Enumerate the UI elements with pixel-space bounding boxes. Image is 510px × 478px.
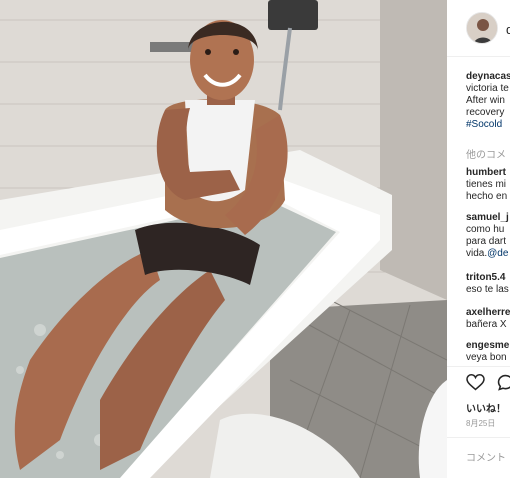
likes-count[interactable]: いいね！ [466,400,506,415]
comment-username[interactable]: triton5.4 [466,272,510,284]
comment-text: para dart [466,236,507,247]
comment-icon[interactable] [497,374,510,396]
comment-text: tienes mi [466,179,507,190]
caption-hashtag[interactable]: #Socold [466,119,510,131]
avatar[interactable] [466,12,498,44]
comment-item: axelherre bañera X [466,307,510,331]
photo-illustration [0,0,447,478]
heart-icon[interactable] [466,373,485,396]
heart-icon-shape [466,373,485,391]
comment-text: como hu [466,224,505,235]
input-divider [447,437,510,438]
post-photo[interactable] [0,0,447,478]
post-date: 8月25日 [466,419,496,428]
comment-text: hecho en [466,191,508,202]
avatar-image [467,13,497,43]
post-caption: deynacas victoria te After win recovery … [466,71,510,131]
actions-divider [447,366,510,367]
comment-text: veya bon [466,352,507,363]
caption-line: After win [466,95,505,106]
comment-input[interactable]: コメント [466,449,506,464]
caption-username[interactable]: deynacas [466,71,510,83]
comment-item: triton5.4 eso te las [466,272,510,296]
comment-text: vida. [466,248,488,259]
caption-line: victoria te [466,83,509,94]
caption-line: recovery [466,107,505,118]
comment-text-line: vida.@de [466,248,510,260]
load-more-comments[interactable]: 他のコメ [466,146,506,161]
comment-item: samuel_j como hu para dart vida.@de [466,212,510,260]
comment-mention[interactable]: @de [487,248,508,259]
comment-username[interactable]: engesme [466,340,510,352]
comment-item: humbert tienes mi hecho en [466,167,510,203]
header-username[interactable]: deynacas [506,22,510,37]
comment-username[interactable]: humbert [466,167,510,179]
comment-icon-shape [497,374,510,391]
post-sidebar: deynacas deynacas victoria te After win … [447,0,510,478]
header-divider [447,56,510,57]
comment-item: engesme veya bon [466,340,510,364]
comment-username[interactable]: samuel_j [466,212,510,224]
comment-text: eso te las [466,284,509,295]
comment-username[interactable]: axelherre [466,307,510,319]
comment-text: bañera X [466,319,507,330]
